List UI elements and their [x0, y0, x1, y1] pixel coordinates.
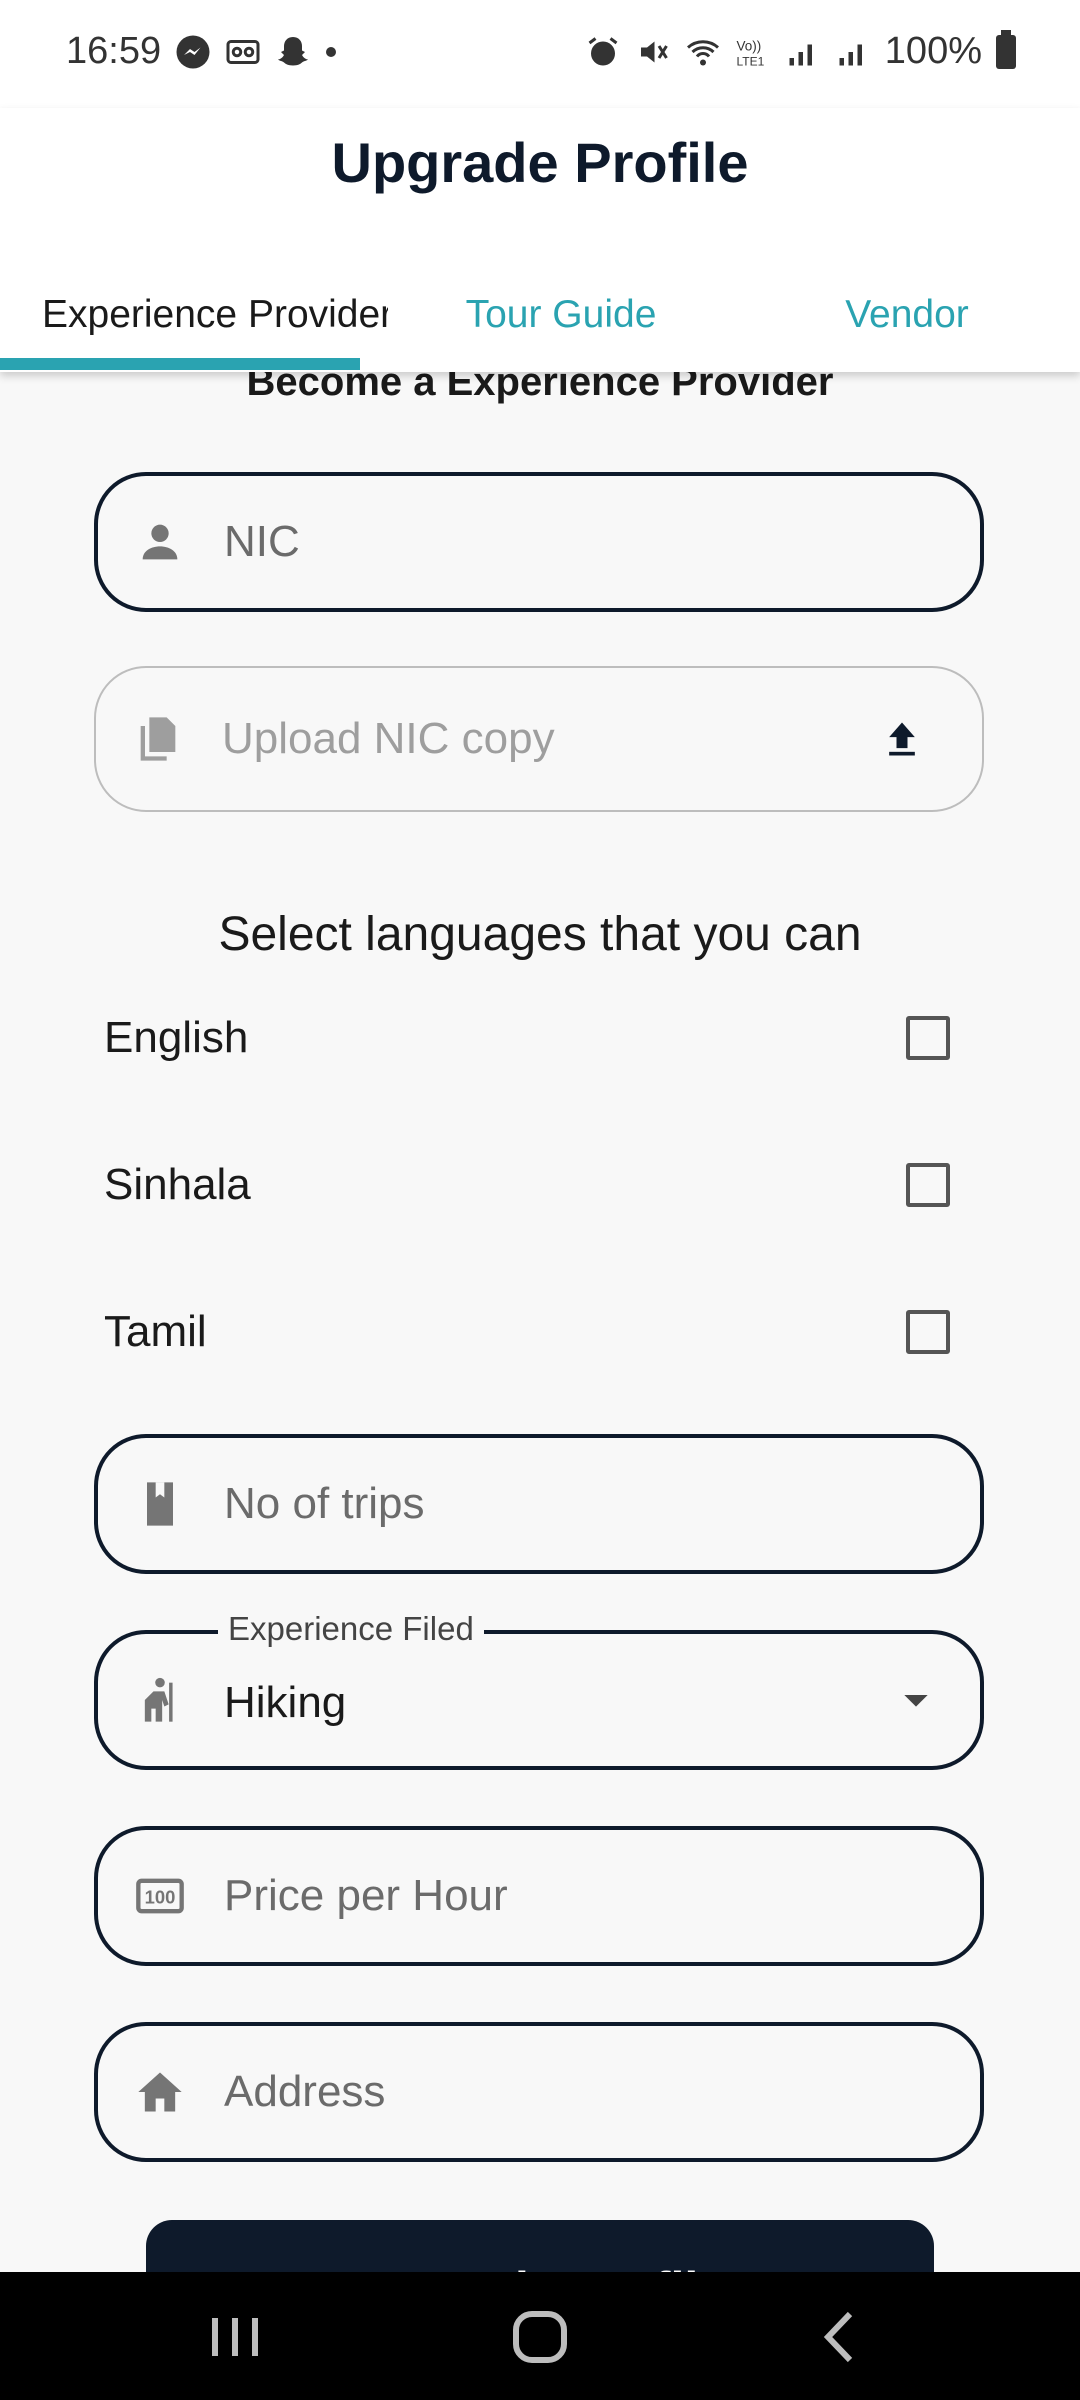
language-row-english[interactable]: English	[104, 993, 950, 1083]
wifi-icon	[686, 39, 719, 65]
trips-input[interactable]: No of trips	[94, 1434, 984, 1574]
experience-field-dropdown[interactable]: Experience Filed Hiking	[94, 1610, 984, 1770]
active-tab-indicator	[0, 358, 360, 370]
signal-icon-2	[839, 44, 862, 65]
language-row-tamil[interactable]: Tamil	[104, 1287, 950, 1377]
tab-vendor[interactable]: Vendor	[734, 258, 1080, 372]
address-placeholder: Address	[224, 2067, 386, 2116]
svg-text:100: 100	[145, 1887, 176, 1908]
battery-icon	[996, 29, 1016, 69]
english-checkbox[interactable]	[906, 1016, 950, 1060]
page-title: Upgrade Profile	[331, 131, 749, 194]
price-per-hour-input[interactable]: 100 Price per Hour	[94, 1826, 984, 1966]
language-label: Tamil	[104, 1307, 207, 1356]
back-icon[interactable]	[812, 2310, 872, 2364]
upload-icon[interactable]	[880, 717, 924, 761]
messenger-icon	[176, 35, 210, 68]
home-button-icon[interactable]	[510, 2310, 570, 2364]
tamil-checkbox[interactable]	[906, 1310, 950, 1354]
sinhala-checkbox[interactable]	[906, 1163, 950, 1207]
tab-tour-guide[interactable]: Tour Guide	[388, 258, 734, 372]
languages-title: Select languages that you can	[218, 908, 862, 961]
tab-bar: Experience Provider Tour Guide Vendor	[0, 258, 1080, 372]
home-icon	[138, 2072, 182, 2112]
svg-text:LTE1: LTE1	[736, 54, 764, 68]
alarm-icon	[588, 36, 618, 65]
status-bar: 16:59 Vo)) LTE1 100%	[0, 0, 1080, 108]
nic-input[interactable]: NIC	[94, 472, 984, 612]
mute-icon	[640, 41, 668, 62]
language-row-sinhala[interactable]: Sinhala	[104, 1140, 950, 1230]
volte-icon: Vo))LTE1	[736, 38, 764, 68]
money-icon: 100	[136, 1878, 184, 1914]
person-icon	[142, 524, 178, 560]
upload-placeholder: Upload NIC copy	[222, 714, 555, 763]
signal-icon	[789, 44, 812, 65]
hiking-icon	[144, 1677, 173, 1722]
app-bar: Upgrade Profile Experience Provider Tour…	[0, 108, 1080, 372]
experience-value: Hiking	[224, 1678, 347, 1727]
experience-field-label: Experience Filed	[218, 1610, 484, 1648]
form-content: Become a Experience Provider NIC Upload …	[0, 360, 1080, 2360]
address-input[interactable]: Address	[94, 2022, 984, 2162]
chevron-down-icon[interactable]	[896, 1680, 936, 1720]
recent-apps-icon[interactable]	[206, 2310, 266, 2364]
price-placeholder: Price per Hour	[224, 1871, 508, 1920]
battery-percent: 100%	[884, 30, 982, 72]
file-copy-icon	[140, 717, 176, 761]
tab-experience-provider[interactable]: Experience Provider	[0, 258, 388, 372]
upload-nic-field[interactable]: Upload NIC copy	[94, 666, 984, 812]
dot-icon	[326, 46, 337, 57]
book-icon	[147, 1482, 173, 1526]
svg-text:Vo)): Vo))	[736, 38, 761, 53]
language-label: Sinhala	[104, 1160, 251, 1209]
trips-placeholder: No of trips	[224, 1479, 425, 1528]
snapchat-icon	[278, 36, 309, 65]
status-time: 16:59	[66, 30, 162, 72]
language-label: English	[104, 1013, 249, 1062]
nic-placeholder: NIC	[224, 517, 300, 566]
system-nav-bar	[0, 2272, 1080, 2400]
voicemail-icon	[226, 39, 260, 64]
